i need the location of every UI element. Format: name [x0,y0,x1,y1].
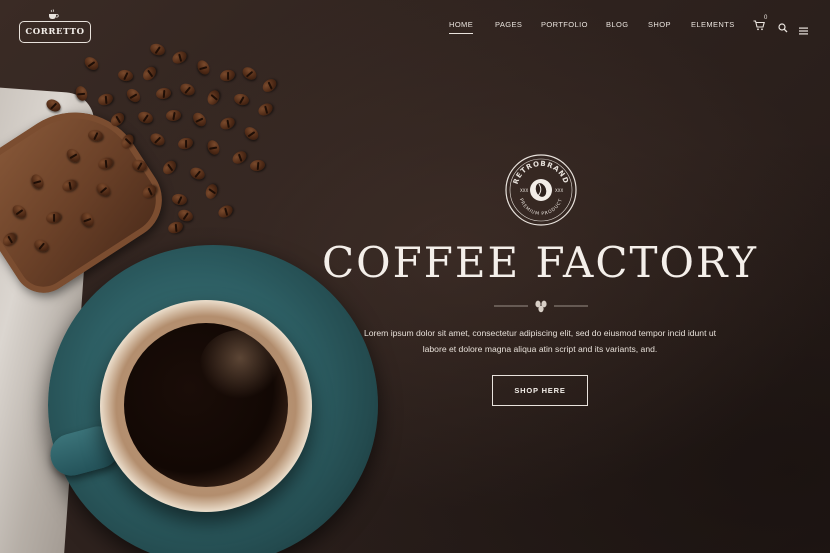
hero-description: Lorem ipsum dolor sit amet, consectetur … [340,325,740,357]
nav-item-home[interactable]: HOME [449,20,473,29]
badge-right-mark: XXX [555,188,563,193]
search-button[interactable] [778,20,788,33]
coffee-crema [200,330,280,400]
active-nav-underline [449,33,473,34]
cup-icon [49,9,59,19]
shop-here-button[interactable]: SHOP HERE [492,375,588,406]
hero-section: CORRETTO HOME PAGES PORTFOLIO BLOG SHOP … [0,0,830,553]
badge-left-mark: XXX [520,188,528,193]
search-icon [778,23,788,33]
cart-button[interactable]: 0 [753,15,769,31]
nav-item-pages[interactable]: PAGES [495,20,522,29]
menu-button[interactable] [799,22,809,35]
nav-item-elements[interactable]: ELEMENTS [691,20,735,29]
hero-description-line1: Lorem ipsum dolor sit amet, consectetur … [363,328,717,338]
nav-item-portfolio[interactable]: PORTFOLIO [541,20,588,29]
hero-description-line2: labore et dolore magna aliqua atin scrip… [422,344,658,354]
hero-title: COFFEE FACTORY [322,238,758,287]
cart-count: 0 [764,15,768,21]
site-logo[interactable]: CORRETTO [19,21,91,43]
cart-icon [753,20,765,31]
menu-icon [799,27,808,35]
nav-item-shop[interactable]: SHOP [648,20,671,29]
title-divider [494,300,588,313]
nav-item-blog[interactable]: BLOG [606,20,628,29]
logo-text: CORRETTO [25,27,85,37]
retrobrand-badge: RETROBRAND PREMIUM PRODUCT XXX XXX [505,154,577,226]
